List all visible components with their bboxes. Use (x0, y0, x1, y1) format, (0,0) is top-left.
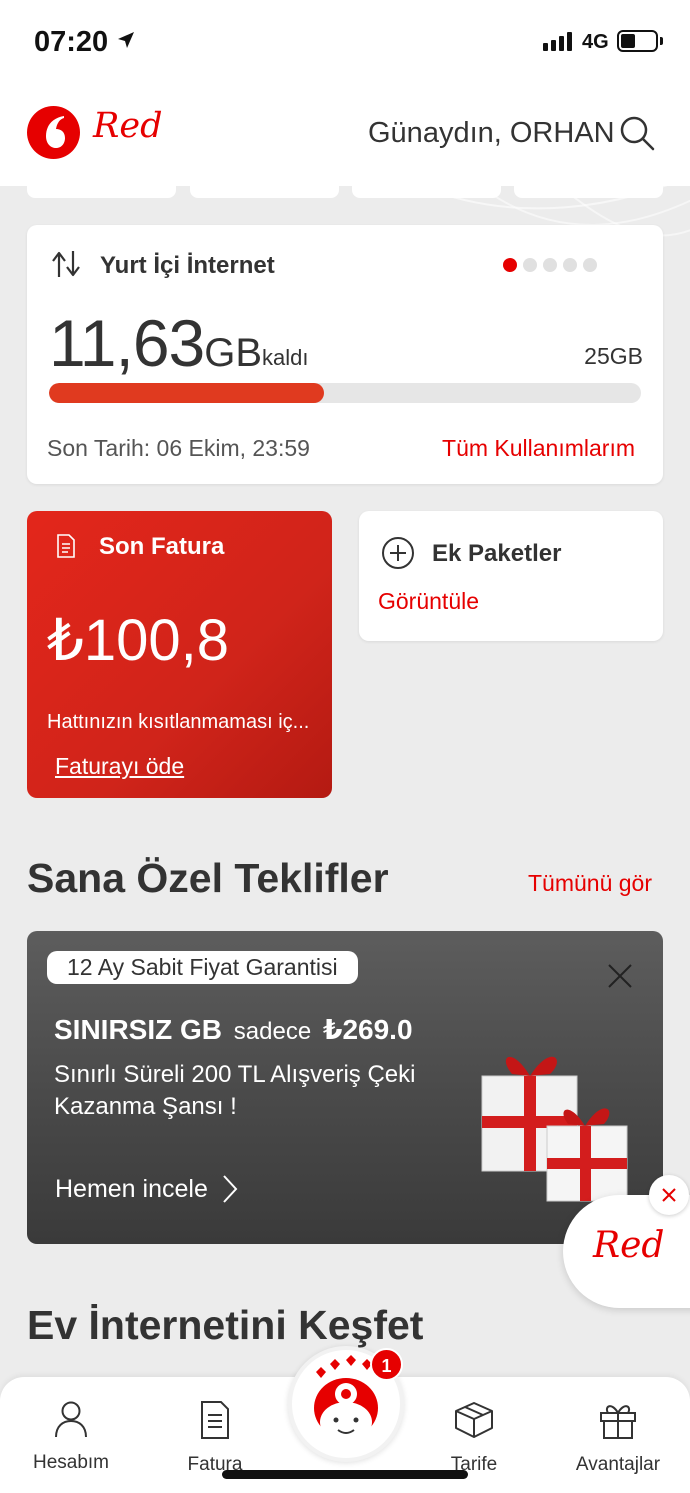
remaining-suffix: kaldı (262, 345, 309, 370)
last-invoice-card[interactable]: Son Fatura ₺100,8 Hattınızın kısıtlanmam… (27, 511, 332, 798)
remaining-number: 11,63 (49, 306, 205, 380)
close-assistant-button[interactable] (649, 1175, 689, 1215)
plus-circle-icon (382, 537, 414, 569)
offer-card[interactable]: 12 Ay Sabit Fiyat Garantisi SINIRSIZ GB … (27, 931, 663, 1244)
invoice-description: Hattınızın kısıtlanmaması iç... (47, 711, 310, 733)
vodafone-logo-icon[interactable] (27, 106, 80, 159)
addon-title: Ek Paketler (432, 540, 562, 567)
pager-dot[interactable] (583, 258, 597, 272)
offer-badge: 12 Ay Sabit Fiyat Garantisi (47, 951, 358, 984)
pager-dot[interactable] (543, 258, 557, 272)
gift-boxes-image (481, 1056, 628, 1202)
tab-label: Avantajlar (575, 1454, 661, 1475)
offers-section-title: Sana Özel Teklifler (27, 855, 389, 901)
offer-cta-button[interactable]: Hemen incele (55, 1174, 238, 1204)
person-icon (55, 1401, 87, 1438)
offer-headline: SINIRSIZ GB sadece ₺269.0 (54, 1013, 413, 1046)
carousel-tile-peek (352, 180, 501, 198)
tab-label: Hesabım (32, 1452, 110, 1473)
carousel-pager[interactable] (503, 258, 597, 272)
search-icon[interactable] (618, 114, 656, 152)
status-time: 07:20 (34, 26, 109, 58)
deadline-text: Son Tarih: 06 Ekim, 23:59 (47, 435, 310, 461)
brand-wordmark: Red (93, 106, 163, 146)
status-bar: 07:20 4G (0, 0, 690, 88)
network-type: 4G (582, 31, 609, 53)
pager-dot[interactable] (523, 258, 537, 272)
tab-tariff[interactable]: Tarife (419, 1400, 529, 1476)
close-icon (662, 1188, 676, 1202)
battery-tip (660, 37, 663, 45)
offer-headline-mid: sadece (233, 1018, 312, 1045)
offer-price: ₺269.0 (322, 1014, 413, 1045)
close-icon[interactable] (607, 963, 633, 989)
card-title: Yurt İçi İnternet (100, 252, 275, 279)
red-assistant-label: Red (593, 1225, 665, 1266)
chevron-right-icon (223, 1175, 238, 1203)
remaining-amount: 11,63GB (49, 305, 262, 381)
gift-icon (600, 1405, 636, 1439)
tab-benefits[interactable]: Avantajlar (563, 1400, 673, 1476)
invoice-title: Son Fatura (99, 533, 225, 560)
notification-badge: 1 (370, 1348, 403, 1381)
usage-progress-fill (49, 383, 325, 403)
tab-invoice[interactable]: Fatura (160, 1400, 270, 1476)
offer-headline-bold: SINIRSIZ GB (54, 1014, 223, 1045)
view-addons-link[interactable]: Görüntüle (378, 588, 479, 615)
signal-strength-icon (543, 31, 572, 51)
box-icon (455, 1402, 493, 1438)
pay-invoice-link[interactable]: Faturayı öde (55, 753, 184, 780)
battery-icon (617, 30, 658, 52)
carousel-tile-peek (27, 180, 176, 198)
tab-account[interactable]: Hesabım (16, 1400, 126, 1474)
pager-dot[interactable] (503, 258, 517, 272)
usage-progress-bar (49, 383, 641, 403)
data-transfer-icon (52, 251, 80, 277)
home-indicator[interactable] (222, 1470, 468, 1479)
location-arrow-icon (118, 32, 134, 48)
explore-section-title: Ev İnternetini Keşfet (27, 1302, 424, 1348)
see-all-offers-link[interactable]: Tümünü gör (528, 870, 652, 897)
offer-description: Sınırlı Süreli 200 TL Alışveriş Çeki Kaz… (54, 1061, 416, 1120)
all-usage-link[interactable]: Tüm Kullanımlarım (442, 435, 635, 462)
carousel-tile-peek (514, 180, 663, 198)
invoice-icon (57, 534, 75, 558)
total-quota: 25GB (584, 343, 643, 369)
offer-cta-label: Hemen incele (55, 1174, 208, 1203)
carousel-tile-peek (190, 180, 339, 198)
internet-usage-card[interactable]: Yurt İçi İnternet 11,63GB kaldı 25GB Son… (27, 225, 663, 484)
invoice-amount: ₺100,8 (47, 608, 230, 673)
addon-packages-card[interactable]: Ek Paketler Görüntüle (359, 511, 663, 641)
remaining-unit: GB (204, 331, 263, 375)
pager-dot[interactable] (563, 258, 577, 272)
greeting-text: Günaydın, ORHAN (368, 117, 615, 149)
invoice-icon (201, 1401, 229, 1439)
